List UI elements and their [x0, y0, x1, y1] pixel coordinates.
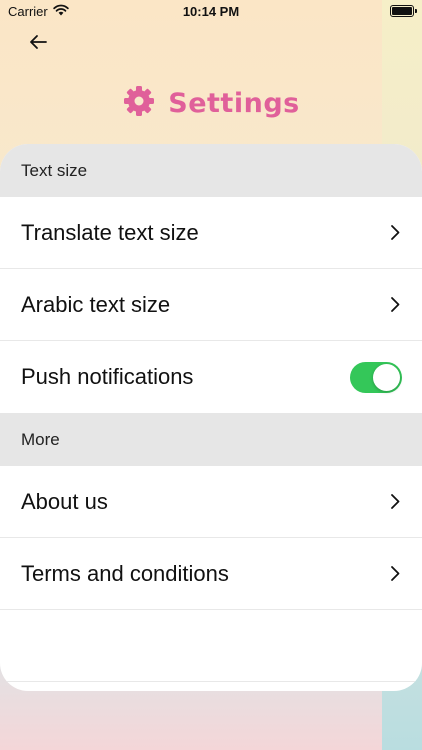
row-terms-and-conditions[interactable]: Terms and conditions	[0, 538, 422, 610]
gear-icon	[122, 84, 156, 123]
status-time: 10:14 PM	[182, 4, 240, 19]
empty-row	[0, 610, 422, 682]
page-header: Settings	[0, 84, 422, 123]
row-label: About us	[21, 488, 108, 514]
arrow-left-icon	[28, 34, 48, 55]
row-about-us[interactable]: About us	[0, 466, 422, 538]
back-button[interactable]	[22, 30, 54, 58]
toggle-knob	[373, 363, 400, 391]
settings-card: Text size Translate text size Arabic tex…	[0, 144, 422, 691]
row-label: Translate text size	[21, 219, 199, 245]
chevron-right-icon	[388, 223, 402, 243]
row-arabic-text-size[interactable]: Arabic text size	[0, 269, 422, 341]
section-header-text-size: Text size	[0, 144, 422, 197]
row-label: Terms and conditions	[21, 560, 229, 586]
chevron-right-icon	[388, 295, 402, 315]
row-push-notifications: Push notifications	[0, 341, 422, 413]
row-label: Push notifications	[21, 364, 194, 389]
row-translate-text-size[interactable]: Translate text size	[0, 197, 422, 269]
status-bar: Carrier 10:14 PM	[0, 0, 422, 24]
section-header-more: More	[0, 413, 422, 466]
battery-icon	[390, 5, 417, 17]
page-title: Settings	[168, 88, 300, 119]
chevron-right-icon	[388, 492, 402, 512]
chevron-right-icon	[388, 564, 402, 584]
push-notifications-toggle[interactable]	[350, 361, 402, 393]
row-label: Arabic text size	[21, 291, 171, 317]
